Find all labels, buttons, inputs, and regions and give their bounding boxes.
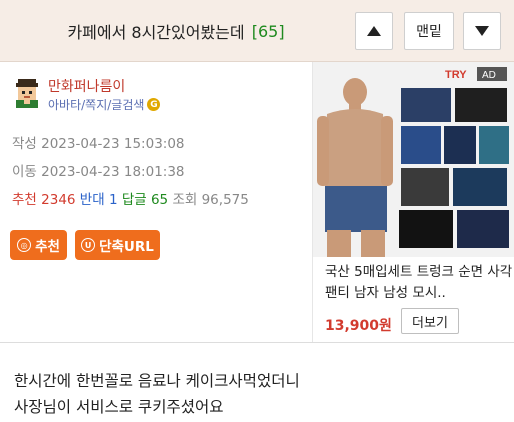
link-circle-icon: U	[81, 238, 96, 252]
ad-product-title[interactable]: 국산 5매입세트 트렁크 순면 사각 팬티 남자 남성 모시..	[325, 262, 514, 304]
recommend-button[interactable]: ◎ 추천	[10, 230, 67, 260]
comment-count[interactable]: [65]	[252, 22, 285, 41]
recommend-count: 2346	[41, 192, 76, 208]
short-url-button[interactable]: U 단축URL	[75, 230, 160, 260]
ad-price: 13,900원	[325, 318, 392, 334]
content-line-2: 사장님이 서비스로 쿠키주셨어요	[14, 398, 224, 416]
coin-icon: G	[147, 98, 161, 111]
recommend-circle-icon: ◎	[17, 238, 32, 252]
content-divider	[0, 342, 514, 343]
scroll-down-button[interactable]	[463, 12, 501, 50]
created-date: 작성 2023-04-23 15:03:08	[12, 136, 185, 152]
scroll-bottom-button[interactable]: 맨밑	[404, 12, 454, 50]
author-name[interactable]: 만화퍼나름이	[48, 76, 125, 96]
oppose-count: 1	[108, 192, 118, 208]
author-links[interactable]: 아바타/쪽지/글검색 G	[48, 96, 161, 113]
post-title-text: 카페에서 8시간있어봤는데	[67, 23, 245, 42]
post-content: 한시간에 한번꼴로 음료나 케이크사먹었더니 사장님이 서비스로 쿠키주셨어요	[14, 368, 300, 420]
ad-badge: AD	[482, 70, 496, 81]
view-count: 96,575	[201, 192, 249, 208]
post-title: 카페에서 8시간있어봤는데 [65]	[0, 0, 352, 62]
triangle-down-icon	[475, 26, 489, 36]
avatar[interactable]	[12, 78, 42, 108]
ad-product-image[interactable]: TRY AD	[313, 62, 514, 257]
short-url-button-label: 단축URL	[99, 239, 154, 255]
oppose-label: 반대	[79, 192, 105, 208]
post-info: 만화퍼나름이 아바타/쪽지/글검색 G 작성 2023-04-23 15:03:…	[0, 62, 312, 342]
reply-count: 65	[150, 192, 169, 208]
moved-date: 이동 2023-04-23 18:01:38	[12, 164, 185, 180]
ad-brand-badge: TRY	[445, 69, 467, 81]
ad-more-button[interactable]: 더보기	[401, 308, 459, 334]
view-label: 조회	[172, 192, 198, 208]
content-line-1: 한시간에 한번꼴로 음료나 케이크사먹었더니	[14, 372, 300, 390]
author-links-text[interactable]: 아바타/쪽지/글검색	[48, 96, 144, 113]
reply-label: 답글	[121, 192, 147, 208]
ad-panel[interactable]: TRY AD 국산 5매입세트 트렁크 순면 사각 팬티 남자 남성 모시.. …	[312, 62, 514, 342]
triangle-up-icon	[367, 26, 381, 36]
post-stats: 추천 2346 반대 1 답글 65 조회 96,575	[12, 188, 249, 208]
post-header: 카페에서 8시간있어봤는데 [65] 맨밑	[0, 0, 514, 62]
scroll-up-button[interactable]	[355, 12, 393, 50]
recommend-button-label: 추천	[35, 239, 60, 255]
recommend-label: 추천	[12, 192, 37, 208]
